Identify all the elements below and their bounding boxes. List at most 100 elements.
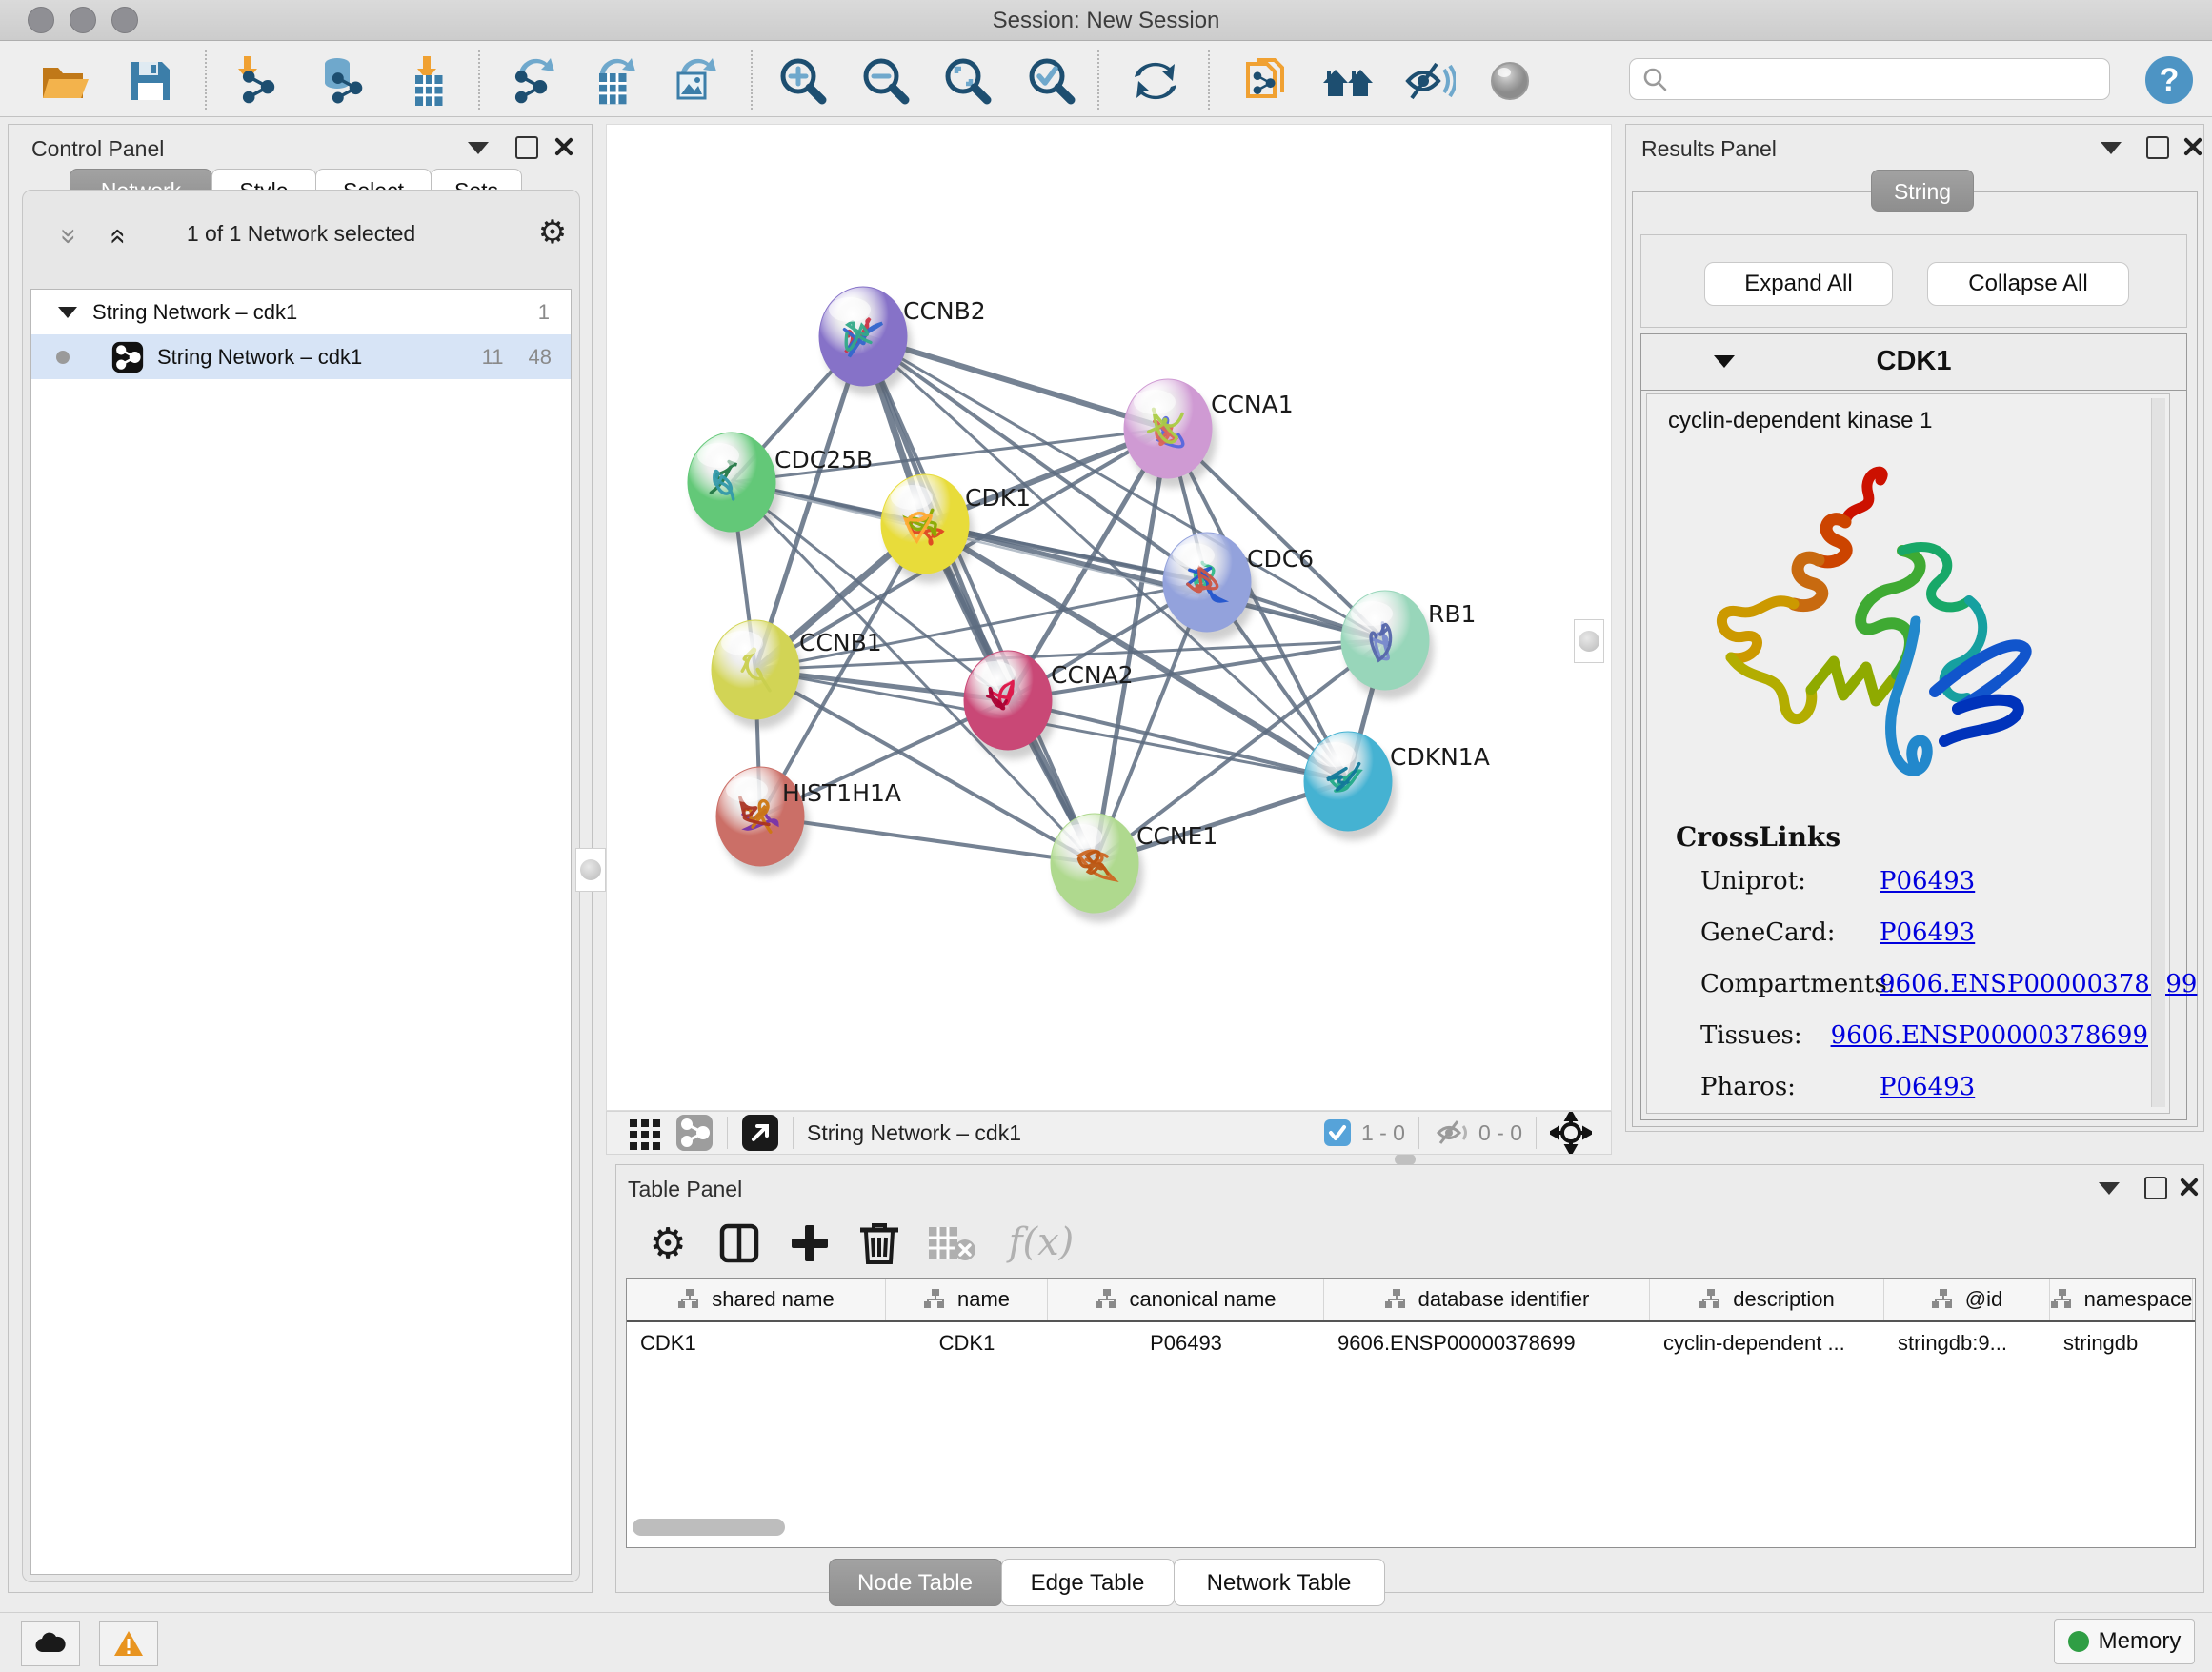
crosslink-value-link[interactable]: P06493 bbox=[1880, 1073, 1975, 1101]
node-label-CDKN1A: CDKN1A bbox=[1390, 743, 1490, 771]
node-CDC25B[interactable]: CDC25B bbox=[688, 433, 873, 541]
add-column-button[interactable] bbox=[788, 1221, 832, 1265]
memory-button[interactable]: Memory bbox=[2054, 1619, 2195, 1664]
selected-checkbox-icon[interactable] bbox=[1323, 1118, 1352, 1147]
crosslink-value-link[interactable]: P06493 bbox=[1880, 918, 1975, 947]
node-CDKN1A[interactable]: CDKN1A bbox=[1304, 732, 1490, 840]
expand-all-button[interactable]: Expand All bbox=[1704, 262, 1893, 306]
node-label-CCNA1: CCNA1 bbox=[1211, 391, 1294, 418]
results-panel-close-icon[interactable] bbox=[2182, 136, 2203, 157]
crosslink-row: GeneCard: P06493 bbox=[1700, 918, 2148, 947]
control-panel-close-icon[interactable] bbox=[553, 136, 574, 157]
node-HIST1H1A[interactable]: HIST1H1A bbox=[716, 767, 901, 876]
crosslinks-list: Uniprot: P06493 GeneCard: P06493 Compart… bbox=[1700, 867, 2148, 1124]
network-row[interactable]: String Network – cdk1 11 48 bbox=[31, 334, 571, 379]
crosslink-value-link[interactable]: P06493 bbox=[1880, 867, 1975, 896]
search-input[interactable] bbox=[1629, 58, 2110, 100]
column-header--id[interactable]: @id bbox=[1884, 1279, 2050, 1320]
zoom-out-button[interactable] bbox=[859, 54, 913, 108]
hide-selected-button[interactable] bbox=[1402, 54, 1456, 108]
import-network-database-button[interactable] bbox=[314, 54, 368, 108]
protein-card: CDK1 cyclin-dependent kinase 1 bbox=[1640, 333, 2187, 1120]
export-network-button[interactable] bbox=[507, 54, 560, 108]
copy-network-button[interactable] bbox=[1240, 54, 1294, 108]
selected-count: 1 - 0 bbox=[1361, 1120, 1405, 1146]
table-hscrollbar-thumb[interactable] bbox=[633, 1519, 785, 1536]
column-header-namespace[interactable]: namespace bbox=[2050, 1279, 2193, 1320]
export-table-button[interactable] bbox=[588, 54, 641, 108]
svg-text:f(x): f(x) bbox=[1006, 1220, 1075, 1264]
fit-selected-crosshair-icon[interactable] bbox=[1550, 1112, 1592, 1154]
crosslink-value-link[interactable]: 9606.ENSP00000378699 bbox=[1880, 970, 2197, 998]
tab-string[interactable]: String bbox=[1871, 170, 1974, 212]
tab-node-table[interactable]: Node Table bbox=[829, 1559, 1002, 1606]
delete-column-button[interactable] bbox=[858, 1220, 900, 1266]
open-session-button[interactable] bbox=[38, 54, 91, 108]
table-panel-close-icon[interactable] bbox=[2179, 1177, 2200, 1198]
column-header-canonical-name[interactable]: canonical name bbox=[1048, 1279, 1324, 1320]
tab-network-table[interactable]: Network Table bbox=[1174, 1559, 1385, 1606]
results-panel-collapse-icon[interactable] bbox=[2101, 142, 2122, 154]
column-header-name[interactable]: name bbox=[886, 1279, 1048, 1320]
node-CDK1[interactable]: CDK1 bbox=[881, 474, 1031, 583]
first-neighbors-button[interactable] bbox=[1321, 54, 1375, 108]
memory-label: Memory bbox=[2099, 1628, 2182, 1655]
control-panel-float-icon[interactable] bbox=[515, 136, 538, 159]
tab-edge-table[interactable]: Edge Table bbox=[1001, 1559, 1175, 1606]
save-session-button[interactable] bbox=[124, 54, 177, 108]
column-header-description[interactable]: description bbox=[1650, 1279, 1884, 1320]
zoom-selected-button[interactable] bbox=[1025, 54, 1078, 108]
cloud-status-button[interactable] bbox=[21, 1621, 80, 1666]
network-collection-panel: » « 1 of 1 Network selected ⚙ String Net… bbox=[22, 190, 580, 1582]
table-settings-button[interactable]: ⚙ bbox=[645, 1220, 691, 1266]
results-panel-float-icon[interactable] bbox=[2146, 136, 2169, 159]
column-header-database-identifier[interactable]: database identifier bbox=[1324, 1279, 1650, 1320]
zoom-fit-button[interactable] bbox=[941, 54, 995, 108]
table-row[interactable]: CDK1CDK1P064939606.ENSP00000378699cyclin… bbox=[627, 1322, 2195, 1364]
apply-layout-button[interactable] bbox=[1129, 54, 1182, 108]
main-toolbar: ? bbox=[0, 41, 2212, 117]
node-CCNE1[interactable]: CCNE1 bbox=[1051, 814, 1217, 922]
node-CCNB2[interactable]: CCNB2 bbox=[819, 287, 986, 395]
hidden-eye-slash-icon[interactable] bbox=[1433, 1118, 1471, 1147]
node-CCNA1[interactable]: CCNA1 bbox=[1124, 379, 1294, 488]
column-header-shared-name[interactable]: shared name bbox=[627, 1279, 886, 1320]
node-label-CDC25B: CDC25B bbox=[774, 446, 873, 473]
node-label-RB1: RB1 bbox=[1428, 600, 1476, 628]
crosslink-row: Compartments: 9606.ENSP00000378699 bbox=[1700, 970, 2148, 998]
show-columns-button[interactable] bbox=[717, 1221, 761, 1265]
network-canvas[interactable]: CCNB2 CCNA1 CDC25B CDK1 CDC6 bbox=[606, 124, 1612, 1111]
zoom-in-button[interactable] bbox=[776, 54, 830, 108]
birdseye-grid-icon[interactable] bbox=[628, 1116, 662, 1150]
network-type-icon bbox=[111, 341, 144, 373]
svg-text:⚙: ⚙ bbox=[649, 1220, 686, 1266]
cell-shared-name: CDK1 bbox=[627, 1331, 886, 1356]
help-button[interactable]: ? bbox=[2143, 54, 2195, 106]
left-splitter-handle[interactable] bbox=[575, 848, 606, 892]
right-splitter-handle[interactable] bbox=[1574, 619, 1604, 663]
network-options-gear-icon[interactable]: ⚙ bbox=[535, 215, 570, 250]
network-view-title: String Network – cdk1 bbox=[807, 1120, 1021, 1146]
table-panel-collapse-icon[interactable] bbox=[2099, 1182, 2120, 1195]
node-RB1[interactable]: RB1 bbox=[1341, 591, 1476, 699]
table-panel-float-icon[interactable] bbox=[2144, 1177, 2167, 1199]
results-scrollbar[interactable] bbox=[2151, 398, 2165, 1107]
crosslink-label: Tissues: bbox=[1700, 1021, 1831, 1050]
import-network-button[interactable] bbox=[232, 54, 286, 108]
node-label-HIST1H1A: HIST1H1A bbox=[782, 779, 901, 807]
import-table-button[interactable] bbox=[400, 54, 453, 108]
node-CCNA2[interactable]: CCNA2 bbox=[964, 651, 1134, 759]
collection-row[interactable]: String Network – cdk1 1 bbox=[31, 290, 571, 334]
cell-namespace: stringdb bbox=[2050, 1331, 2193, 1356]
warning-status-button[interactable] bbox=[99, 1621, 158, 1666]
export-image-button[interactable] bbox=[669, 54, 722, 108]
open-in-window-icon[interactable] bbox=[741, 1114, 779, 1152]
crosslink-value-link[interactable]: 9606.ENSP00000378699 bbox=[1831, 1021, 2148, 1050]
collection-expand-icon[interactable] bbox=[58, 307, 77, 318]
network-overview-toggle-icon[interactable] bbox=[675, 1114, 714, 1152]
edge-HIST1H1A-CCNE1[interactable] bbox=[760, 816, 1095, 863]
control-panel-collapse-icon[interactable] bbox=[468, 142, 489, 154]
crosslinks-heading: CrossLinks bbox=[1676, 821, 1840, 853]
collapse-all-button[interactable]: Collapse All bbox=[1927, 262, 2129, 306]
show-all-button[interactable] bbox=[1483, 54, 1537, 108]
